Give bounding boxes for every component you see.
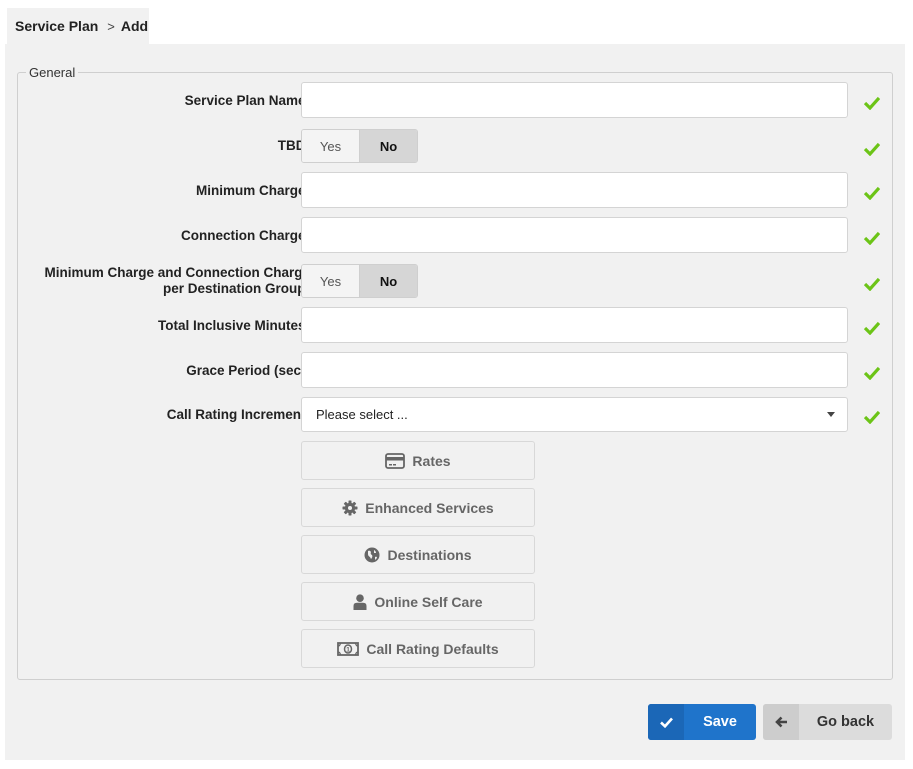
field-connection-charge: Connection Charge: xyxy=(18,217,894,255)
valid-check-icon xyxy=(864,321,880,335)
credit-card-icon xyxy=(385,452,406,469)
valid-check-icon xyxy=(864,231,880,245)
total-inclusive-minutes-input[interactable] xyxy=(301,307,848,343)
toggle-option-no[interactable]: No xyxy=(359,265,417,297)
button-label: Destinations xyxy=(387,546,472,563)
go-back-label: Go back xyxy=(816,714,875,730)
valid-check-icon xyxy=(864,186,880,200)
valid-check-icon xyxy=(864,142,880,156)
field-label: Service Plan Name: xyxy=(184,93,310,108)
button-label: Online Self Care xyxy=(374,593,483,610)
field-service-plan-name: Service Plan Name: xyxy=(18,82,894,120)
min-charge-per-destination-toggle: Yes No xyxy=(301,264,418,298)
go-back-button[interactable]: Go back xyxy=(763,704,892,740)
field-label: Minimum Charge and Connection Charge per… xyxy=(44,265,310,297)
money-icon: 1 xyxy=(337,641,360,656)
minimum-charge-input[interactable] xyxy=(301,172,848,208)
connection-charge-input[interactable] xyxy=(301,217,848,253)
button-label: Rates xyxy=(412,452,451,469)
general-fieldset: General Service Plan Name: TBD: Yes No M… xyxy=(17,65,894,680)
fieldset-legend: General xyxy=(26,65,79,80)
field-total-inclusive-minutes: Total Inclusive Minutes: xyxy=(18,307,894,345)
field-label: Minimum Charge: xyxy=(195,183,310,198)
arrow-left-icon xyxy=(763,704,799,740)
field-label: Grace Period (sec): xyxy=(186,363,310,378)
valid-check-icon xyxy=(864,366,880,380)
breadcrumb-item-add: Add xyxy=(120,18,149,34)
field-min-charge-per-destination-group: Minimum Charge and Connection Charge per… xyxy=(18,264,894,302)
field-label-line1: Minimum Charge and Connection Charge xyxy=(44,265,310,280)
button-label: Enhanced Services xyxy=(365,499,494,516)
gear-icon xyxy=(342,500,358,515)
field-label: Call Rating Increment: xyxy=(166,407,310,422)
save-label: Save xyxy=(703,714,737,730)
toggle-option-no[interactable]: No xyxy=(359,130,417,162)
valid-check-icon xyxy=(864,410,880,424)
toggle-option-yes[interactable]: Yes xyxy=(302,130,359,162)
tbd-toggle: Yes No xyxy=(301,129,418,163)
rates-button[interactable]: Rates xyxy=(301,441,535,480)
service-plan-name-input[interactable] xyxy=(301,82,848,118)
field-tbd: TBD: Yes No xyxy=(18,129,894,167)
field-minimum-charge: Minimum Charge: xyxy=(18,172,894,210)
valid-check-icon xyxy=(864,277,880,291)
call-rating-increment-select[interactable]: Please select ... xyxy=(301,397,848,432)
select-value: Please select ... xyxy=(316,407,408,422)
main-panel: General Service Plan Name: TBD: Yes No M… xyxy=(5,44,905,760)
breadcrumb-item-service-plan[interactable]: Service Plan xyxy=(15,18,98,34)
check-icon xyxy=(648,704,684,740)
globe-icon xyxy=(364,547,380,562)
online-self-care-button[interactable]: Online Self Care xyxy=(301,582,535,621)
call-rating-defaults-button[interactable]: 1 Call Rating Defaults xyxy=(301,629,535,668)
grace-period-input[interactable] xyxy=(301,352,848,388)
field-label: Connection Charge: xyxy=(180,228,310,243)
enhanced-services-button[interactable]: Enhanced Services xyxy=(301,488,535,527)
button-label: Call Rating Defaults xyxy=(366,640,499,657)
field-grace-period: Grace Period (sec): xyxy=(18,352,894,390)
field-call-rating-increment: Call Rating Increment: Please select ... xyxy=(18,397,894,435)
chevron-down-icon xyxy=(827,412,835,417)
destinations-button[interactable]: Destinations xyxy=(301,535,535,574)
svg-text:1: 1 xyxy=(347,646,351,653)
breadcrumb: Service Plan > Add xyxy=(7,8,149,44)
field-label: Total Inclusive Minutes: xyxy=(157,318,310,333)
user-icon xyxy=(353,593,367,610)
field-label-line2: per Destination Group: xyxy=(162,281,310,296)
valid-check-icon xyxy=(864,96,880,110)
breadcrumb-separator: > xyxy=(107,18,115,34)
toggle-option-yes[interactable]: Yes xyxy=(302,265,359,297)
save-button[interactable]: Save xyxy=(648,704,756,740)
